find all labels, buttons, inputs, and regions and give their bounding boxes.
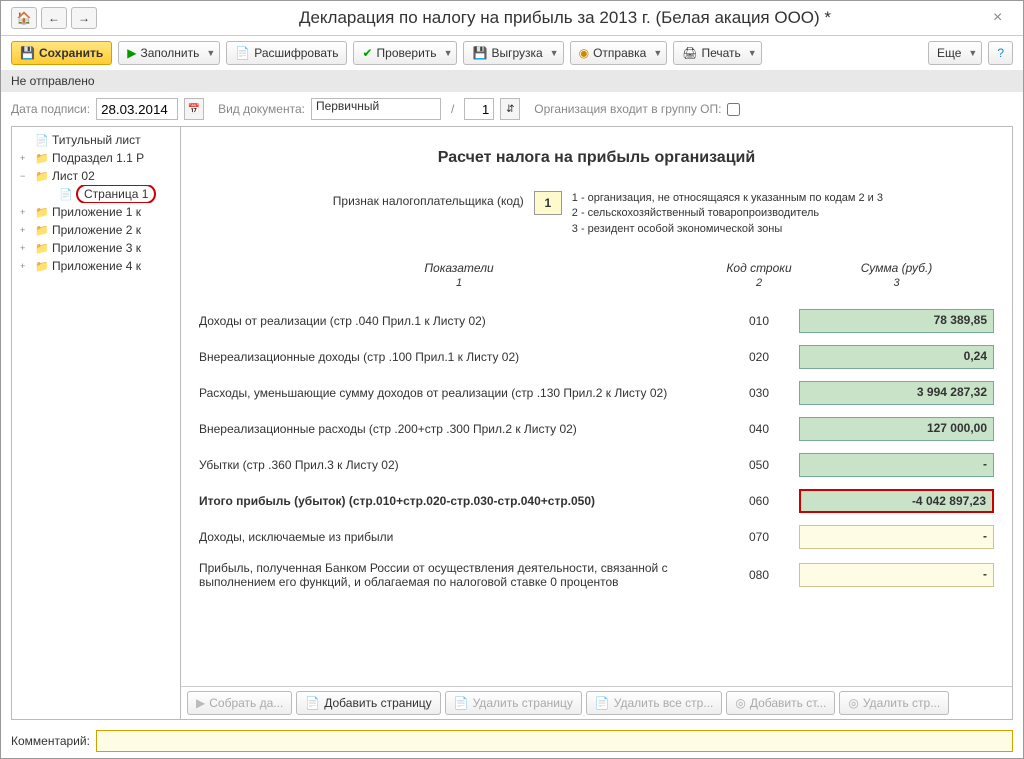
chevron-down-icon: ▼ <box>550 48 559 58</box>
help-button[interactable]: ? <box>988 41 1013 65</box>
add-icon: 📄 <box>305 696 320 710</box>
disk-icon: 💾 <box>20 46 35 60</box>
table-row: Доходы от реализации (стр .040 Прил.1 к … <box>199 303 994 339</box>
value-cell[interactable]: 127 000,00 <box>799 417 994 441</box>
value-cell[interactable]: 3 994 287,32 <box>799 381 994 405</box>
value-cell[interactable]: 0,24 <box>799 345 994 369</box>
add-str-button: ◎Добавить ст... <box>726 691 835 715</box>
value-cell[interactable]: - <box>799 453 994 477</box>
table-row: Прибыль, полученная Банком России от осу… <box>199 555 994 595</box>
legend-2: 2 - сельскохозяйственный товаропроизводи… <box>572 206 994 221</box>
tree-item[interactable]: +📁Подраздел 1.1 Р <box>14 149 178 167</box>
taxpayer-code[interactable]: 1 <box>534 191 562 215</box>
date-label: Дата подписи: <box>11 102 90 116</box>
chevron-down-icon: ▼ <box>968 48 977 58</box>
doc-title: Расчет налога на прибыль организаций <box>199 149 994 167</box>
chevron-down-icon: ▼ <box>206 48 215 58</box>
add-page-button[interactable]: 📄Добавить страницу <box>296 691 440 715</box>
print-icon: 🖨 <box>682 46 697 60</box>
tree-item[interactable]: +📁Приложение 4 к <box>14 257 178 275</box>
del-all-button: 📄Удалить все стр... <box>586 691 723 715</box>
date-picker-icon[interactable]: 📅 <box>184 98 204 120</box>
table-row: Расходы, уменьшающие сумму доходов от ре… <box>199 375 994 411</box>
value-cell[interactable]: -4 042 897,23 <box>799 489 994 513</box>
back-button[interactable]: ← <box>41 7 67 29</box>
more-button[interactable]: Еще ▼ <box>928 41 982 65</box>
value-cell[interactable]: 78 389,85 <box>799 309 994 333</box>
table-row: Внереализационные доходы (стр .100 Прил.… <box>199 339 994 375</box>
del-str-button: ◎Удалить стр... <box>839 691 949 715</box>
upload-icon: 💾 <box>472 46 487 60</box>
comment-input[interactable] <box>96 730 1013 752</box>
collect-button: ▶Собрать да... <box>187 691 292 715</box>
org-checkbox[interactable] <box>727 103 740 116</box>
save-button[interactable]: 💾 Сохранить <box>11 41 112 65</box>
upload-button[interactable]: 💾 Выгрузка ▼ <box>463 41 563 65</box>
status-text: Не отправлено <box>1 70 1023 92</box>
forward-button[interactable]: → <box>71 7 97 29</box>
stepper-icon[interactable]: ⇵ <box>500 98 520 120</box>
doctype-select[interactable]: Первичный <box>311 98 441 120</box>
doctype-label: Вид документа: <box>218 102 305 116</box>
table-row: Доходы, исключаемые из прибыли 070 - <box>199 519 994 555</box>
date-input[interactable] <box>96 98 178 120</box>
tree-item[interactable]: +📁Приложение 2 к <box>14 221 178 239</box>
table-row: Убытки (стр .360 Прил.3 к Листу 02) 050 … <box>199 447 994 483</box>
legend-1: 1 - организация, не относящаяся к указан… <box>572 191 994 206</box>
comment-label: Комментарий: <box>11 734 90 748</box>
table-row: Внереализационные расходы (стр .200+стр … <box>199 411 994 447</box>
decode-button[interactable]: 📄 Расшифровать <box>226 41 347 65</box>
taxpayer-label: Признак налогоплательщика (код) <box>199 191 524 208</box>
page-input[interactable] <box>464 98 494 120</box>
del-page-button: 📄Удалить страницу <box>445 691 582 715</box>
tree-item[interactable]: −📁Лист 02 <box>14 167 178 185</box>
home-button[interactable]: 🏠 <box>11 7 37 29</box>
print-button[interactable]: 🖨 Печать ▼ <box>673 41 761 65</box>
window-title: Декларация по налогу на прибыль за 2013 … <box>137 8 993 28</box>
chevron-down-icon: ▼ <box>444 48 453 58</box>
col-header-3: Сумма (руб.) <box>799 261 994 275</box>
send-icon: ◉ <box>579 46 589 60</box>
col-header-2: Код строки <box>719 261 799 275</box>
tree-item[interactable]: 📄Страница 1 <box>14 185 178 203</box>
value-cell[interactable]: - <box>799 563 994 587</box>
check-icon: ✔ <box>362 46 372 60</box>
check-button[interactable]: ✔ Проверить ▼ <box>353 41 457 65</box>
chevron-down-icon: ▼ <box>653 48 662 58</box>
close-icon[interactable]: × <box>993 9 1013 27</box>
tree-item[interactable]: 📄Титульный лист <box>14 131 178 149</box>
tree-item[interactable]: +📁Приложение 1 к <box>14 203 178 221</box>
send-button[interactable]: ◉ Отправка ▼ <box>570 41 668 65</box>
legend-3: 3 - резидент особой экономической зоны <box>572 222 994 237</box>
fill-button[interactable]: ▶ Заполнить ▼ <box>118 41 220 65</box>
play-icon: ▶ <box>127 46 136 60</box>
page-icon: 📄 <box>235 46 250 60</box>
org-label: Организация входит в группу ОП: <box>534 102 721 116</box>
chevron-down-icon: ▼ <box>748 48 757 58</box>
col-header-1: Показатели <box>199 261 719 275</box>
nav-tree: 📄Титульный лист+📁Подраздел 1.1 Р−📁Лист 0… <box>11 126 181 720</box>
table-row: Итого прибыль (убыток) (стр.010+стр.020-… <box>199 483 994 519</box>
value-cell[interactable]: - <box>799 525 994 549</box>
tree-item[interactable]: +📁Приложение 3 к <box>14 239 178 257</box>
